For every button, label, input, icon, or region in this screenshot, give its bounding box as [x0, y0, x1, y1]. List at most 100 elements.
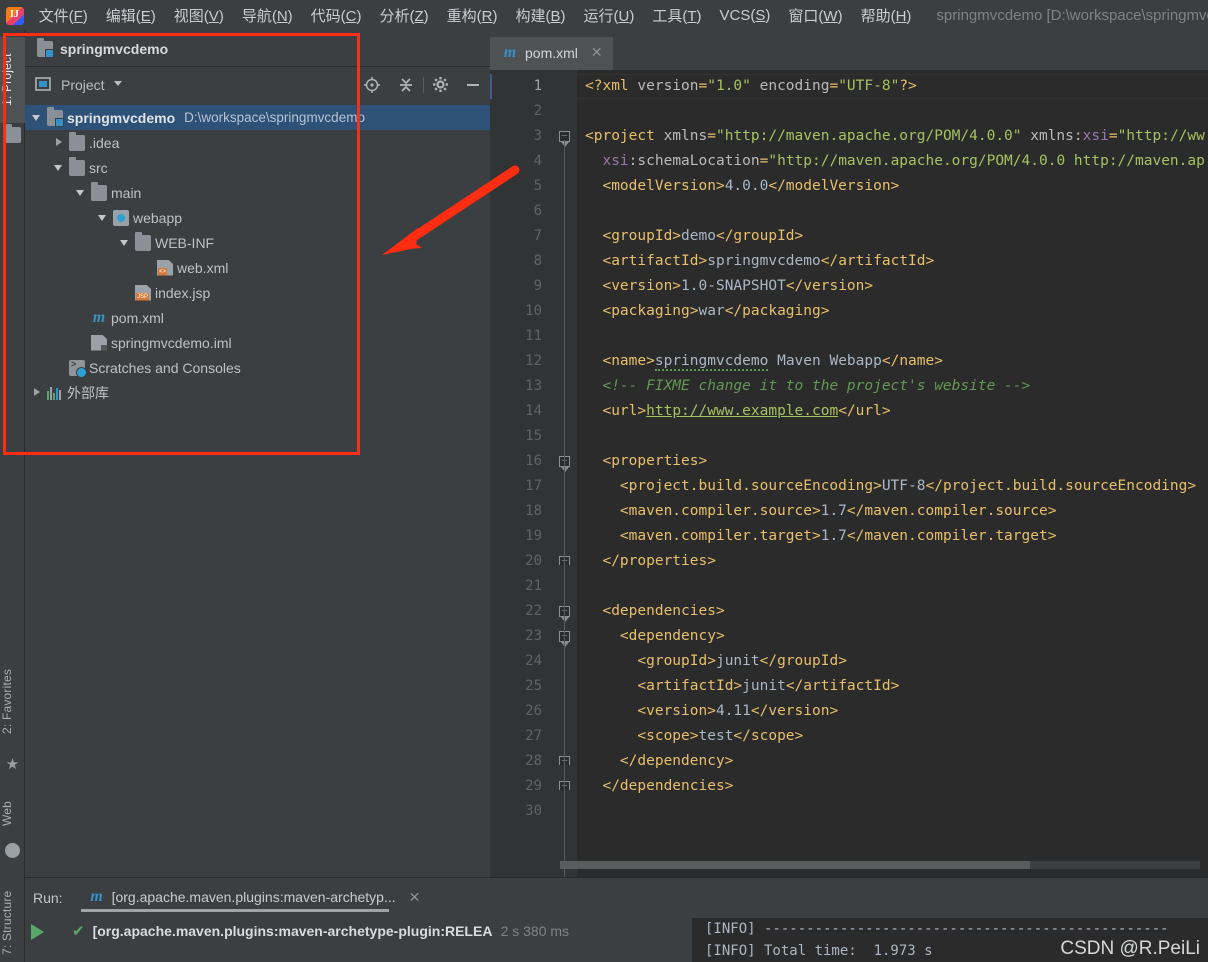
- code-line[interactable]: –29 </dependencies>: [490, 774, 1208, 799]
- sidebar-item-project[interactable]: 1: Project: [0, 37, 25, 123]
- tree-item--idea[interactable]: .idea: [25, 130, 490, 155]
- tree-expand-arrow[interactable]: [97, 211, 110, 224]
- rerun-icon[interactable]: [31, 924, 44, 940]
- menu-item-h[interactable]: 帮助(H): [852, 2, 921, 29]
- hide-window-icon[interactable]: [464, 76, 482, 94]
- run-tab[interactable]: m [org.apache.maven.plugins:maven-archet…: [80, 885, 429, 912]
- tab-pom-xml[interactable]: m pom.xml ✕: [490, 37, 613, 70]
- menu-item-b[interactable]: 构建(B): [507, 2, 575, 29]
- menu-item-e[interactable]: 编辑(E): [97, 2, 165, 29]
- editor-horizontal-scrollbar[interactable]: [560, 861, 1200, 869]
- tree-item--[interactable]: 外部库: [25, 380, 490, 405]
- tree-collapse-arrow[interactable]: [53, 136, 66, 149]
- tree-item-main[interactable]: main: [25, 180, 490, 205]
- menu-item-n[interactable]: 导航(N): [233, 2, 302, 29]
- tree-item-label: WEB-INF: [155, 234, 215, 251]
- sidebar-item-structure[interactable]: 7: Structure: [0, 877, 25, 962]
- tree-item-scratches-and-consoles[interactable]: Scratches and Consoles: [25, 355, 490, 380]
- code-line[interactable]: 14 <url>http://www.example.com</url>: [490, 399, 1208, 424]
- line-number: 25: [525, 678, 542, 694]
- code-line[interactable]: 6: [490, 199, 1208, 224]
- code-line[interactable]: –23 <dependency>: [490, 624, 1208, 649]
- code-line[interactable]: –3 <project xmlns="http://maven.apache.or…: [490, 124, 1208, 149]
- code-editor[interactable]: 1 <?xml version="1.0" encoding="UTF-8"?> 2…: [490, 70, 1208, 877]
- collapse-all-icon[interactable]: [397, 76, 415, 94]
- menu-item-w[interactable]: 窗口(W): [779, 2, 851, 29]
- tree-item-web-xml[interactable]: <> web.xml: [25, 255, 490, 280]
- menu-item-c[interactable]: 代码(C): [302, 2, 371, 29]
- code-line[interactable]: 30: [490, 799, 1208, 824]
- code-line[interactable]: –16 <properties>: [490, 449, 1208, 474]
- sidebar-item-favorites[interactable]: 2: Favorites: [0, 651, 25, 751]
- tree-expand-arrow[interactable]: [31, 111, 44, 124]
- code-line[interactable]: 13 <!-- FIXME change it to the project's…: [490, 374, 1208, 399]
- locate-file-icon[interactable]: [363, 76, 381, 94]
- code-line[interactable]: 27 <scope>test</scope>: [490, 724, 1208, 749]
- menu-item-z[interactable]: 分析(Z): [371, 2, 438, 29]
- code-line[interactable]: 25 <artifactId>junit</artifactId>: [490, 674, 1208, 699]
- xml-file-icon: <>: [157, 259, 173, 276]
- chevron-down-icon[interactable]: [111, 76, 129, 94]
- close-icon[interactable]: ✕: [409, 889, 421, 906]
- tree-item-label: springmvcdemo: [67, 109, 176, 126]
- menu-item-v[interactable]: 视图(V): [165, 2, 233, 29]
- menu-item-f[interactable]: 文件(F): [30, 2, 97, 29]
- tree-expand-arrow[interactable]: [119, 236, 132, 249]
- code-line[interactable]: 4 xsi:schemaLocation="http://maven.apach…: [490, 149, 1208, 174]
- run-results-tree[interactable]: ✔ [org.apache.maven.plugins:maven-archet…: [50, 918, 693, 962]
- tree-item-springmvcdemo[interactable]: springmvcdemo D:\workspace\springmvcdemo: [25, 105, 490, 130]
- code-text: <version>4.11</version>: [637, 703, 839, 719]
- code-line[interactable]: –20 </properties>: [490, 549, 1208, 574]
- globe-icon: [5, 843, 20, 858]
- menu-item-s[interactable]: VCS(S): [711, 4, 780, 27]
- code-line[interactable]: 8 <artifactId>springmvcdemo</artifactId>: [490, 249, 1208, 274]
- tree-item-web-inf[interactable]: WEB-INF: [25, 230, 490, 255]
- code-text: <!-- FIXME change it to the project's we…: [602, 378, 1031, 394]
- close-icon[interactable]: ✕: [591, 44, 603, 61]
- project-view-label[interactable]: Project: [61, 77, 105, 93]
- run-console-output[interactable]: [INFO] ---------------------------------…: [693, 918, 1208, 962]
- menu-item-t[interactable]: 工具(T): [643, 2, 710, 29]
- code-line[interactable]: 9 <version>1.0-SNAPSHOT</version>: [490, 274, 1208, 299]
- code-text: <url>http://www.example.com</url>: [602, 403, 891, 419]
- tree-item-index-jsp[interactable]: JSP index.jsp: [25, 280, 490, 305]
- code-line[interactable]: 21: [490, 574, 1208, 599]
- menu-item-u[interactable]: 运行(U): [575, 2, 644, 29]
- code-line[interactable]: 17 <project.build.sourceEncoding>UTF-8</…: [490, 474, 1208, 499]
- code-line[interactable]: –22 <dependencies>: [490, 599, 1208, 624]
- code-line[interactable]: 5 <modelVersion>4.0.0</modelVersion>: [490, 174, 1208, 199]
- code-line[interactable]: 19 <maven.compiler.target>1.7</maven.com…: [490, 524, 1208, 549]
- project-tree[interactable]: springmvcdemo D:\workspace\springmvcdemo.…: [25, 103, 490, 405]
- project-window-title-bar: springmvcdemo: [25, 31, 490, 67]
- code-line[interactable]: 1 <?xml version="1.0" encoding="UTF-8"?>: [490, 74, 1208, 99]
- code-text: <name>springmvcdemo Maven Webapp</name>: [602, 353, 943, 371]
- tree-item-path: D:\workspace\springmvcdemo: [184, 110, 365, 125]
- tree-collapse-arrow[interactable]: [31, 386, 44, 399]
- code-line[interactable]: 2: [490, 99, 1208, 124]
- run-tab-label: [org.apache.maven.plugins:maven-archetyp…: [111, 889, 396, 905]
- tree-item-label: index.jsp: [155, 284, 211, 301]
- tree-arrow-placeholder: [141, 261, 154, 274]
- run-result-row[interactable]: ✔ [org.apache.maven.plugins:maven-archet…: [50, 922, 692, 940]
- sidebar-item-web[interactable]: Web: [0, 787, 25, 839]
- success-check-icon: ✔: [72, 923, 85, 940]
- tree-item-webapp[interactable]: webapp: [25, 205, 490, 230]
- tree-expand-arrow[interactable]: [75, 186, 88, 199]
- code-line[interactable]: 24 <groupId>junit</groupId>: [490, 649, 1208, 674]
- menu-item-r[interactable]: 重构(R): [438, 2, 507, 29]
- code-line[interactable]: 12 <name>springmvcdemo Maven Webapp</nam…: [490, 349, 1208, 374]
- run-tool-window: Run: m [org.apache.maven.plugins:maven-a…: [25, 877, 1208, 962]
- code-line[interactable]: 7 <groupId>demo</groupId>: [490, 224, 1208, 249]
- gear-icon[interactable]: [432, 76, 450, 94]
- code-line[interactable]: 18 <maven.compiler.source>1.7</maven.com…: [490, 499, 1208, 524]
- code-line[interactable]: 15: [490, 424, 1208, 449]
- tree-item-pom-xml[interactable]: m pom.xml: [25, 305, 490, 330]
- tree-expand-arrow[interactable]: [53, 161, 66, 174]
- code-line[interactable]: 26 <version>4.11</version>: [490, 699, 1208, 724]
- code-line[interactable]: –28 </dependency>: [490, 749, 1208, 774]
- code-line[interactable]: 11: [490, 324, 1208, 349]
- tree-item-springmvcdemo-iml[interactable]: springmvcdemo.iml: [25, 330, 490, 355]
- code-line[interactable]: 10 <packaging>war</packaging>: [490, 299, 1208, 324]
- tree-item-src[interactable]: src: [25, 155, 490, 180]
- maven-file-icon: m: [90, 888, 103, 905]
